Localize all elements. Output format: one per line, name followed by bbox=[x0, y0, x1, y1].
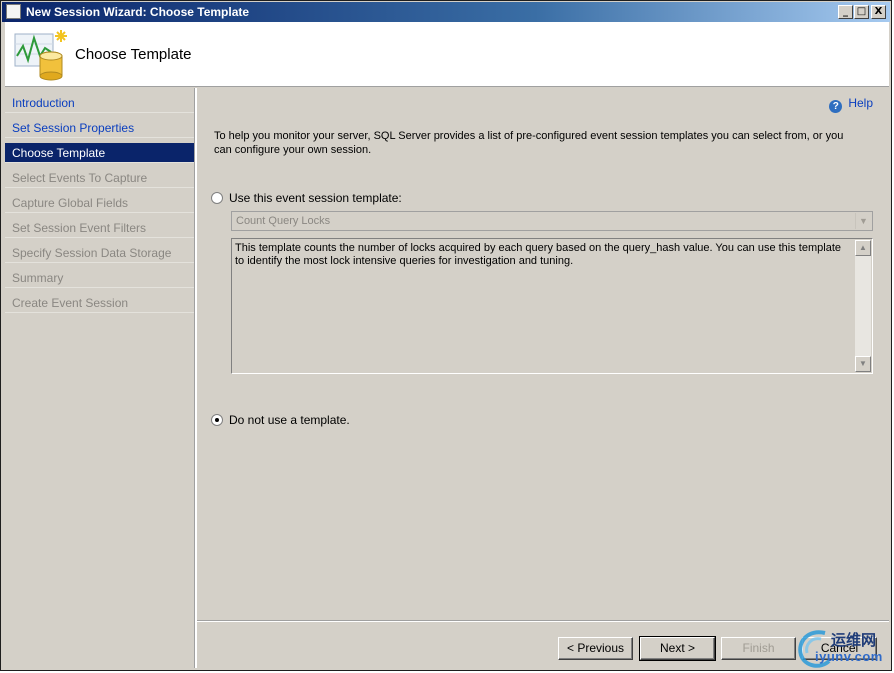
chevron-down-icon[interactable]: ▼ bbox=[855, 213, 871, 229]
chart-database-icon bbox=[14, 30, 67, 81]
finish-button: Finish bbox=[721, 637, 796, 660]
app-icon bbox=[6, 4, 21, 19]
maximize-button[interactable]: □ bbox=[854, 5, 869, 19]
template-description: This template counts the number of locks… bbox=[231, 238, 873, 374]
help-label: Help bbox=[848, 96, 873, 110]
nav-item-choose-template[interactable]: Choose Template bbox=[5, 143, 194, 163]
wizard-nav: Introduction Set Session Properties Choo… bbox=[5, 88, 195, 668]
help-icon: ? bbox=[829, 100, 843, 113]
template-select[interactable]: Count Query Locks ▼ bbox=[231, 211, 873, 231]
scroll-up-icon[interactable]: ▲ bbox=[855, 240, 871, 256]
help-link[interactable]: ? Help bbox=[829, 96, 873, 113]
no-template-radio[interactable] bbox=[211, 414, 223, 426]
page-title: Choose Template bbox=[75, 46, 192, 63]
close-button[interactable]: X bbox=[871, 5, 886, 19]
minimize-button[interactable]: _ bbox=[838, 5, 853, 19]
title-bar[interactable]: New Session Wizard: Choose Template _ □ … bbox=[2, 2, 890, 22]
no-template-label: Do not use a template. bbox=[229, 413, 350, 427]
description-scrollbar[interactable]: ▲ ▼ bbox=[855, 240, 871, 372]
wizard-window: New Session Wizard: Choose Template _ □ … bbox=[0, 0, 892, 671]
nav-item-summary: Summary bbox=[5, 268, 194, 288]
watermark-cn: 运维网 bbox=[831, 631, 877, 649]
previous-button[interactable]: < Previous bbox=[558, 637, 633, 660]
window-title: New Session Wizard: Choose Template bbox=[26, 5, 250, 19]
wizard-header: Choose Template bbox=[5, 22, 889, 87]
intro-text: To help you monitor your server, SQL Ser… bbox=[214, 130, 844, 156]
nav-item-introduction[interactable]: Introduction bbox=[5, 93, 194, 113]
no-template-option[interactable]: Do not use a template. bbox=[211, 413, 350, 427]
nav-item-set-session-event-filters: Set Session Event Filters bbox=[5, 218, 194, 238]
use-template-label: Use this event session template: bbox=[229, 191, 402, 205]
nav-item-select-events: Select Events To Capture bbox=[5, 168, 194, 188]
nav-item-specify-session-data-storage: Specify Session Data Storage bbox=[5, 243, 194, 263]
watermark-url: iyunv.com bbox=[815, 649, 883, 664]
template-select-value: Count Query Locks bbox=[236, 215, 331, 227]
template-description-text: This template counts the number of locks… bbox=[235, 242, 841, 267]
next-button[interactable]: Next > bbox=[639, 636, 716, 661]
nav-item-set-session-properties[interactable]: Set Session Properties bbox=[5, 118, 194, 138]
nav-item-capture-global-fields: Capture Global Fields bbox=[5, 193, 194, 213]
button-bar: < Previous Next > Finish Cancel bbox=[197, 620, 889, 668]
main-panel: ? Help To help you monitor your server, S… bbox=[197, 88, 889, 620]
watermark-logo: 运维网 iyunv.com bbox=[795, 627, 891, 669]
use-template-radio[interactable] bbox=[211, 192, 223, 204]
use-template-option[interactable]: Use this event session template: bbox=[211, 191, 402, 205]
scroll-down-icon[interactable]: ▼ bbox=[855, 356, 871, 372]
nav-item-create-event-session: Create Event Session bbox=[5, 293, 194, 313]
